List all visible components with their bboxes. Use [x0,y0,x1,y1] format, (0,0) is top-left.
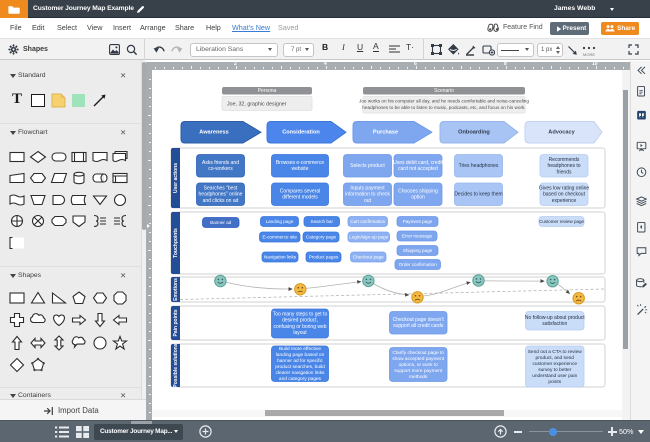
svg-text:Purchase: Purchase [373,130,398,136]
svg-text:Consideration: Consideration [282,130,320,136]
svg-text:Compares severaldifferent mode: Compares several different models [280,189,321,201]
svg-text:Shipping page: Shipping page [403,248,433,253]
svg-text:Touchpoints: Touchpoints [173,228,179,258]
svg-text:Payment page: Payment page [403,219,433,224]
svg-text:Landing page: Landing page [266,219,294,224]
svg-text:Error message: Error message [402,234,433,239]
svg-text:Searches “bestheadphones” onli: Searches “best headphones” online and clic… [199,186,243,205]
svg-text:Navigation links: Navigation links [264,255,297,260]
svg-text:Possible solutions: Possible solutions [173,343,179,387]
svg-text:Login/sign-up page: Login/sign-up page [349,235,389,240]
svg-text:Banner ad: Banner ad [210,220,232,225]
svg-text:Build more effectivelanding pa: Build more effective landing page based o… [275,346,325,382]
svg-text:Customer review page: Customer review page [539,219,585,224]
svg-text:Search bar: Search bar [311,219,334,224]
svg-text:Awareness: Awareness [199,130,228,136]
svg-text:Product pages: Product pages [309,255,339,260]
svg-text:Joe works on his computer all: Joe works on his computer all day, and h… [359,99,529,110]
svg-text:Order confirmation: Order confirmation [399,262,437,267]
svg-text:Selects product: Selects product [350,163,385,169]
svg-text:Decides to keep them: Decides to keep them [454,192,502,198]
svg-text:Onboarding: Onboarding [458,130,490,136]
svg-text:Category page: Category page [306,235,337,240]
svg-text:Advocacy: Advocacy [548,130,575,136]
svg-text:Checkout page: Checkout page [353,255,384,260]
svg-text:Cart confirmation: Cart confirmation [350,219,385,224]
svg-text:Scenario: Scenario [434,89,454,95]
svg-text:User actions: User actions [173,163,179,193]
svg-text:Emotions: Emotions [173,278,179,301]
svg-text:Tries headphones: Tries headphones [459,163,499,169]
svg-text:Joe, 32, graphic designer: Joe, 32, graphic designer [227,102,287,108]
svg-text:Uses debit card, creditcard no: Uses debit card, credit card not accepted [393,160,443,172]
svg-text:E-commerce site: E-commerce site [263,235,298,240]
svg-text:Pain points: Pain points [173,309,179,336]
svg-text:Checkout page doesn’tsupport a: Checkout page doesn’t support all credit … [393,317,445,329]
svg-text:Persona: Persona [258,89,277,95]
